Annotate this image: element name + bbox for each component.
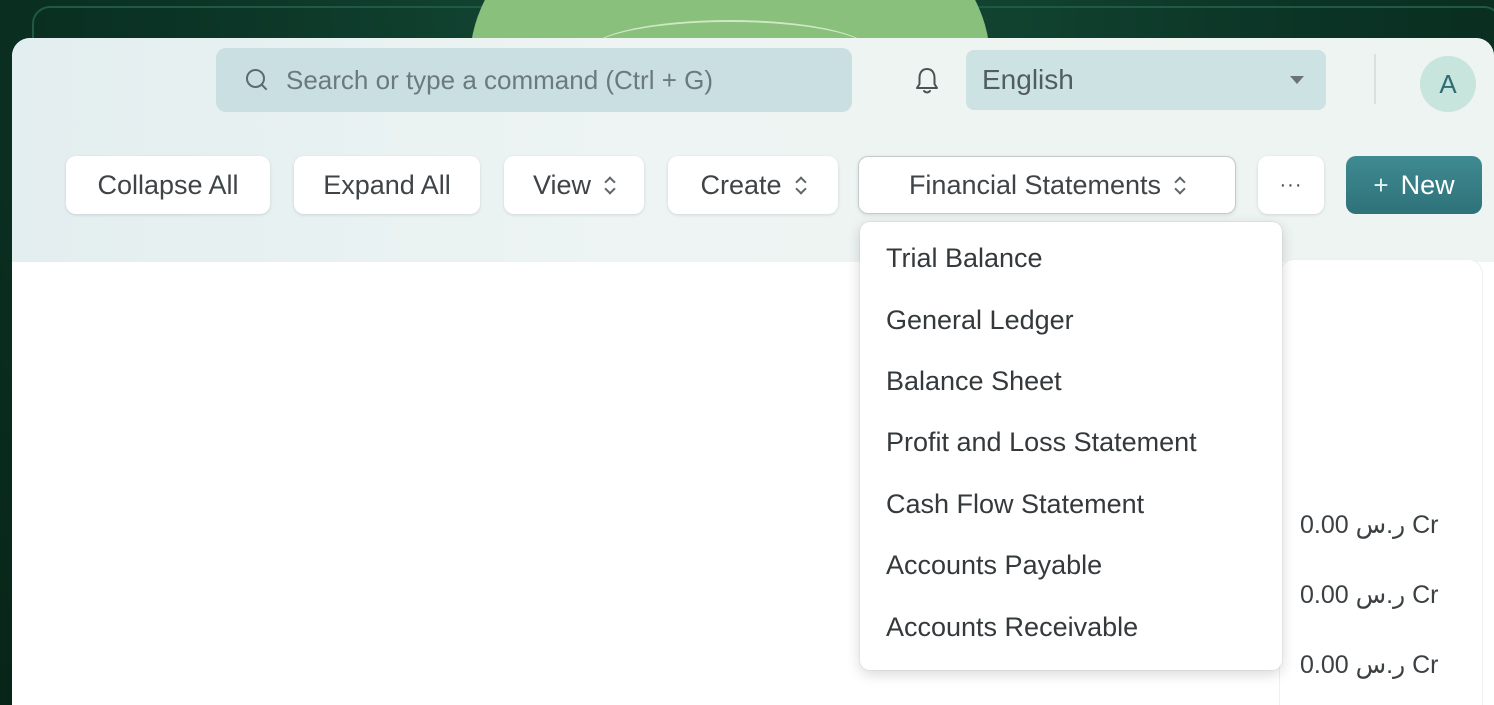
balance-value: 0.00 ر.س Cr: [1300, 651, 1439, 679]
expand-all-button[interactable]: Expand All: [294, 156, 480, 214]
caret-down-icon: [1290, 76, 1304, 84]
menu-item-accounts-receivable[interactable]: Accounts Receivable: [860, 596, 1282, 657]
financial-statements-label: Financial Statements: [908, 169, 1162, 200]
menu-item-cash-flow[interactable]: Cash Flow Statement: [860, 474, 1282, 535]
chevron-up-down-icon: [1175, 175, 1185, 195]
menu-item-general-ledger[interactable]: General Ledger: [860, 289, 1282, 350]
balance-value: 0.00 ر.س Cr: [1300, 511, 1439, 539]
plus-icon: +: [1373, 169, 1389, 200]
more-icon: ···: [1279, 173, 1303, 196]
app-window: Search or type a command (Ctrl + G) Engl…: [12, 38, 1494, 705]
search-bar[interactable]: Search or type a command (Ctrl + G): [216, 48, 852, 112]
collapse-all-label: Collapse All: [97, 169, 239, 200]
view-label: View: [532, 169, 592, 200]
more-button[interactable]: ···: [1258, 156, 1324, 214]
search-icon: [244, 67, 270, 93]
new-label: New: [1400, 169, 1455, 200]
chevron-up-down-icon: [605, 175, 615, 195]
menu-item-trial-balance[interactable]: Trial Balance: [860, 228, 1282, 289]
create-label: Create: [700, 169, 782, 200]
new-button[interactable]: + New: [1346, 156, 1482, 214]
search-input[interactable]: Search or type a command (Ctrl + G): [286, 65, 713, 96]
menu-item-balance-sheet[interactable]: Balance Sheet: [860, 351, 1282, 412]
language-select-value: English: [982, 64, 1074, 95]
collapse-all-button[interactable]: Collapse All: [66, 156, 270, 214]
menu-item-accounts-payable[interactable]: Accounts Payable: [860, 535, 1282, 596]
expand-all-label: Expand All: [323, 169, 451, 200]
balance-value: 0.00 ر.س Cr: [1300, 581, 1439, 609]
balances-panel: [1280, 260, 1482, 705]
financial-statements-menu: Trial Balance General Ledger Balance She…: [860, 222, 1282, 670]
create-button[interactable]: Create: [668, 156, 838, 214]
language-select[interactable]: English: [966, 50, 1326, 110]
avatar[interactable]: A: [1420, 56, 1476, 112]
financial-statements-button[interactable]: Financial Statements: [858, 156, 1236, 214]
menu-item-profit-and-loss[interactable]: Profit and Loss Statement: [860, 412, 1282, 473]
bell-icon[interactable]: [914, 66, 940, 96]
chevron-up-down-icon: [796, 175, 806, 195]
avatar-initial: A: [1439, 68, 1457, 99]
divider: [1374, 54, 1376, 104]
view-button[interactable]: View: [504, 156, 644, 214]
